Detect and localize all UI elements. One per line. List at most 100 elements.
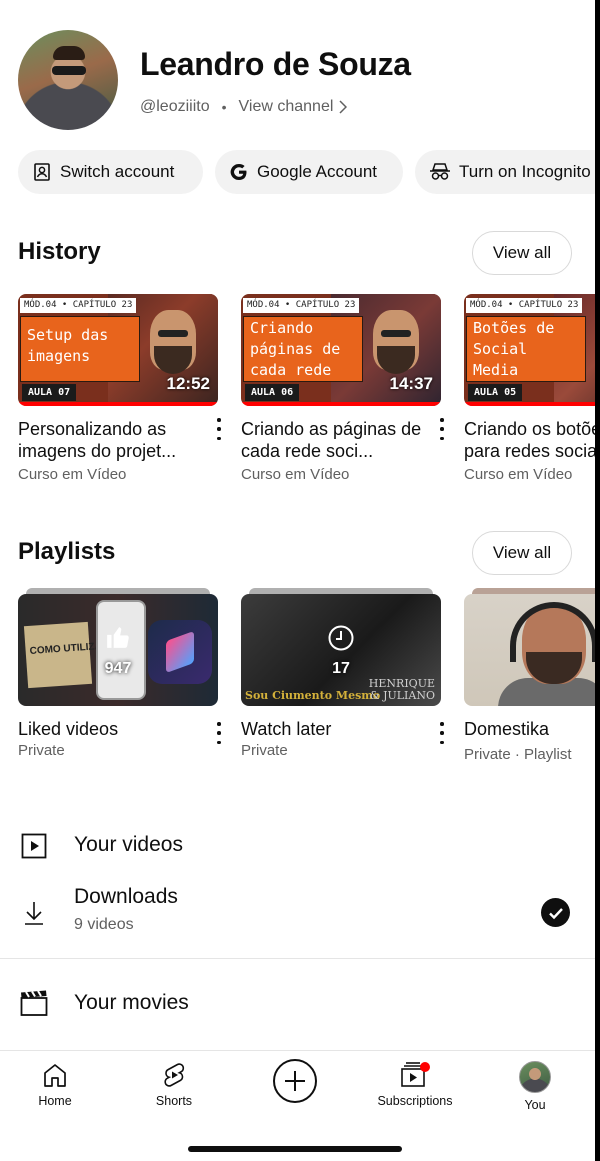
- profile-subline: @leoziiito • View channel: [140, 98, 348, 116]
- nav-subscriptions-label: Subscriptions: [377, 1094, 453, 1108]
- switch-account-chip[interactable]: Switch account: [18, 150, 203, 194]
- video-title[interactable]: Criando as páginas de cada rede soci...: [241, 418, 423, 462]
- google-g-icon: [230, 164, 247, 180]
- history-title: History: [18, 238, 101, 265]
- incognito-chip[interactable]: Turn on Incognito: [415, 150, 596, 194]
- thumb-lesson-label: AULA 06: [245, 384, 300, 401]
- nav-shorts[interactable]: Shorts: [119, 1061, 229, 1108]
- playlist-privacy: Private: [18, 742, 65, 759]
- profile-handle: @leoziiito: [140, 98, 210, 115]
- shorts-icon: [164, 1063, 185, 1087]
- video-title[interactable]: Criando os botões para redes sociais: [464, 418, 596, 462]
- profile-avatar[interactable]: [18, 30, 118, 130]
- video-thumbnail[interactable]: MÓD.04 • CAPÍTULO 23 Setup das imagens A…: [18, 294, 218, 406]
- view-channel-label: View channel: [238, 98, 334, 115]
- watch-progress-bar: [464, 402, 596, 406]
- thumb-caption: HENRIQUE & JULIANO: [368, 677, 435, 702]
- playlist-privacy: Private · Playlist: [464, 746, 572, 763]
- playlist-item[interactable]: COMO UTILIZAR 947 Liked videos Private: [18, 588, 221, 759]
- thumb-lesson-label: AULA 05: [468, 384, 523, 401]
- screen-edge: [595, 0, 600, 1161]
- playlist-thumbnail[interactable]: [464, 594, 596, 706]
- google-account-chip[interactable]: Google Account: [215, 150, 403, 194]
- playlists-title: Playlists: [18, 538, 116, 565]
- playlist-title[interactable]: Domestika: [464, 718, 596, 740]
- your-videos-row[interactable]: Your videos: [0, 826, 596, 866]
- video-channel: Curso em Vídeo: [464, 466, 573, 483]
- thumb-lesson-label: AULA 07: [22, 384, 77, 401]
- more-options-icon[interactable]: [437, 722, 447, 744]
- clock-icon: [328, 625, 354, 651]
- downloads-count: 9 videos: [74, 916, 134, 933]
- video-duration: 14:37: [389, 374, 433, 393]
- video-title[interactable]: Personalizando as imagens do projet...: [18, 418, 200, 462]
- watch-progress-bar: [241, 402, 441, 406]
- home-icon: [44, 1064, 66, 1087]
- plus-icon: [285, 1071, 305, 1091]
- divider: [0, 958, 596, 959]
- playlist-thumbnail[interactable]: 17 Sou Ciumento Mesmo HENRIQUE & JULIANO: [241, 594, 441, 706]
- nav-subscriptions[interactable]: Subscriptions: [360, 1061, 470, 1108]
- video-channel: Curso em Vídeo: [18, 466, 127, 483]
- playlist-thumbnail[interactable]: COMO UTILIZAR 947: [18, 594, 218, 706]
- clapperboard-icon: [20, 989, 48, 1017]
- nav-you[interactable]: You: [480, 1061, 590, 1112]
- thumb-module-label: MÓD.04 • CAPÍTULO 23: [20, 298, 137, 313]
- more-options-icon[interactable]: [214, 722, 224, 744]
- playlist-title[interactable]: Liked videos: [18, 718, 218, 740]
- profile-name: Leandro de Souza: [140, 46, 411, 82]
- more-options-icon[interactable]: [437, 418, 447, 440]
- history-view-all-button[interactable]: View all: [472, 231, 572, 275]
- chevron-right-icon: [339, 100, 348, 114]
- playlist-item[interactable]: Domestika Private · Playlist: [464, 588, 596, 763]
- playlist-item[interactable]: 17 Sou Ciumento Mesmo HENRIQUE & JULIANO…: [241, 588, 444, 759]
- nav-you-label: You: [524, 1098, 546, 1112]
- download-icon: [20, 899, 48, 927]
- thumb-module-label: MÓD.04 • CAPÍTULO 23: [466, 298, 583, 313]
- separator-dot: •: [221, 99, 227, 115]
- playlist-privacy: Private: [241, 742, 288, 759]
- playlist-title[interactable]: Watch later: [241, 718, 441, 740]
- thumb-text: Setup das imagens: [27, 326, 109, 365]
- your-movies-label: Your movies: [74, 991, 189, 1014]
- play-square-icon: [20, 832, 48, 860]
- downloads-label: Downloads: [74, 885, 178, 908]
- thumbs-up-icon: [107, 627, 129, 648]
- you-page: Leandro de Souza @leoziiito • View chann…: [0, 0, 596, 1161]
- incognito-icon: [430, 163, 450, 180]
- thumb-text: Botões de Social Media: [473, 319, 555, 379]
- history-item[interactable]: MÓD.04 • CAPÍTULO 23 Setup das imagens A…: [18, 294, 221, 483]
- your-movies-row[interactable]: Your movies: [0, 984, 596, 1024]
- download-complete-check-icon: [541, 898, 570, 927]
- nav-home-label: Home: [38, 1094, 72, 1108]
- create-button[interactable]: [273, 1059, 317, 1103]
- thumb-caption: Sou Ciumento Mesmo: [245, 689, 381, 702]
- more-options-icon[interactable]: [214, 418, 224, 440]
- home-indicator[interactable]: [188, 1146, 402, 1152]
- nav-shorts-label: Shorts: [155, 1094, 193, 1108]
- profile-header: Leandro de Souza @leoziiito • View chann…: [18, 30, 588, 130]
- history-item[interactable]: MÓD.04 • CAPÍTULO 23 Botões de Social Me…: [464, 294, 596, 483]
- playlist-count: 947: [104, 660, 132, 677]
- google-account-label: Google Account: [257, 162, 378, 181]
- video-duration: 12:52: [166, 374, 210, 393]
- switch-account-icon: [34, 163, 50, 181]
- playlist-count: 17: [332, 660, 350, 677]
- playlists-view-all-button[interactable]: View all: [472, 531, 572, 575]
- downloads-row[interactable]: Downloads 9 videos: [0, 880, 596, 946]
- view-channel-link[interactable]: View channel: [239, 98, 348, 116]
- history-item[interactable]: MÓD.04 • CAPÍTULO 23 Criando páginas de …: [241, 294, 444, 483]
- your-videos-label: Your videos: [74, 833, 183, 856]
- you-avatar: [519, 1061, 551, 1093]
- video-thumbnail[interactable]: MÓD.04 • CAPÍTULO 23 Botões de Social Me…: [464, 294, 596, 406]
- switch-account-label: Switch account: [60, 162, 175, 181]
- bottom-navigation: Home Shorts Subscriptions You: [0, 1050, 596, 1161]
- video-channel: Curso em Vídeo: [241, 466, 350, 483]
- thumb-module-label: MÓD.04 • CAPÍTULO 23: [243, 298, 360, 313]
- subscriptions-icon: [401, 1062, 430, 1087]
- incognito-label: Turn on Incognito: [459, 162, 591, 181]
- nav-home[interactable]: Home: [0, 1061, 110, 1108]
- watch-progress-bar: [18, 402, 218, 406]
- thumb-text: Criando páginas de cada rede: [250, 319, 341, 379]
- video-thumbnail[interactable]: MÓD.04 • CAPÍTULO 23 Criando páginas de …: [241, 294, 441, 406]
